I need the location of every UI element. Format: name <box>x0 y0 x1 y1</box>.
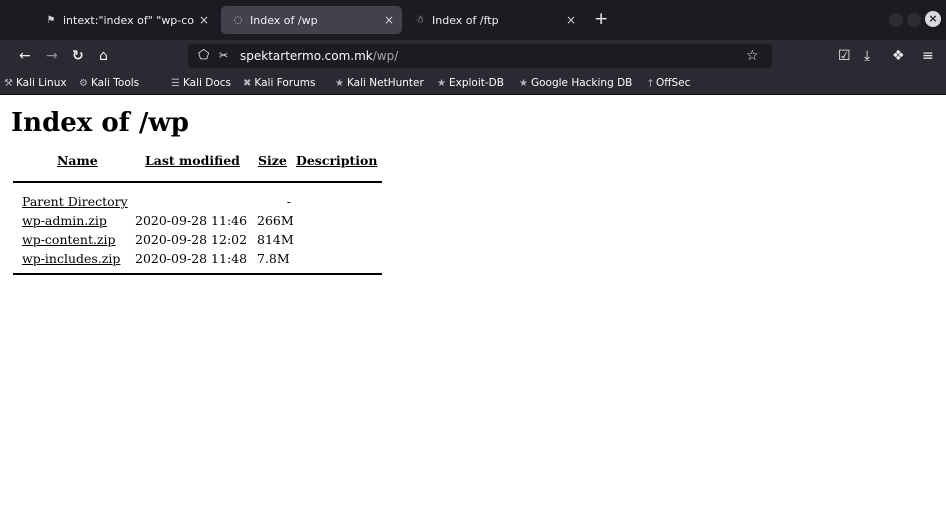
file-link[interactable]: wp-includes.zip <box>22 249 120 268</box>
header-divider <box>13 181 382 183</box>
tab-close-icon[interactable]: × <box>380 13 398 27</box>
bookmark-label: Kali Docs <box>182 77 232 89</box>
home-icon[interactable]: ⌂ <box>99 47 108 65</box>
page-content: Index of /wp Name Last modified Size Des… <box>0 95 946 510</box>
forward-icon[interactable]: → <box>46 47 58 65</box>
size-cell: 266M <box>257 213 294 228</box>
exploit-db-icon: ★ <box>437 78 446 89</box>
column-header-last-modified[interactable]: Last modified <box>145 153 240 169</box>
download-icon[interactable]: ⤓ <box>864 47 870 65</box>
url-text[interactable]: spektartermo.com.mk/wp/ <box>240 48 398 64</box>
column-header-size[interactable]: Size <box>258 153 287 169</box>
extensions-icon[interactable]: ❖ <box>892 47 905 65</box>
last-modified-cell: 2020-09-28 11:48 <box>135 251 248 266</box>
bookmark-label: Exploit-DB <box>448 77 504 89</box>
bookmark-label: Kali NetHunter <box>346 77 424 89</box>
lock-icon[interactable]: ✂ <box>219 47 228 65</box>
forums-icon: ✖ <box>243 78 252 89</box>
tab-close-icon[interactable]: × <box>562 13 580 27</box>
bookmark-google-hacking-db[interactable]: ★ Google Hacking DB <box>519 76 632 91</box>
bookmark-exploit-db[interactable]: ★ Exploit-DB <box>437 76 504 91</box>
new-tab-button[interactable]: + <box>594 9 608 29</box>
tab-google-search[interactable]: ⚑ intext:"index of" "wp-con × <box>34 6 217 34</box>
page-favicon-icon: ☃ <box>415 14 425 26</box>
column-header-name[interactable]: Name <box>57 153 98 169</box>
bookmark-label: Google Hacking DB <box>530 77 633 89</box>
bookmark-kali-forums[interactable]: ✖ Kali Forums <box>243 76 315 91</box>
bookmark-kali-tools[interactable]: ⚙ Kali Tools <box>79 76 139 91</box>
bookmark-kali-nethunter[interactable]: ★ Kali NetHunter <box>335 76 424 91</box>
table-row: Parent Directory - <box>13 192 383 211</box>
offsec-icon: † <box>648 78 653 89</box>
tab-index-ftp[interactable]: ☃ Index of /ftp × <box>403 6 584 34</box>
page-favicon-icon: ◌ <box>233 14 243 26</box>
bookmark-star-icon[interactable]: ☆ <box>746 47 759 65</box>
page-title: Index of /wp <box>11 108 189 138</box>
bookmarks-toolbar: ⚒ Kali Linux ⚙ Kali Tools ☰ Kali Docs ✖ Kali… <box>0 72 946 95</box>
last-modified-cell: 2020-09-28 12:02 <box>135 232 248 247</box>
table-row: wp-admin.zip 2020-09-28 11:46 266M <box>13 211 383 230</box>
url-host: spektartermo.com.mk <box>240 49 373 63</box>
footer-divider <box>13 273 382 275</box>
bookmark-label: Kali Tools <box>90 77 140 89</box>
ghdb-icon: ★ <box>519 78 528 89</box>
tab-index-wp[interactable]: ◌ Index of /wp × <box>221 6 402 34</box>
size-cell: - <box>286 194 291 209</box>
bookmark-kali-docs[interactable]: ☰ Kali Docs <box>171 76 231 91</box>
navigation-toolbar: ← → ↻ ⌂ ⬠ ✂ spektartermo.com.mk/wp/ ☆ ☑ … <box>0 40 946 72</box>
url-path: /wp/ <box>372 49 399 63</box>
bookmark-label: Kali Linux <box>15 77 67 89</box>
minimize-button[interactable] <box>889 13 903 27</box>
browser-chrome: ⚑ intext:"index of" "wp-con × ◌ Index of… <box>0 0 946 95</box>
tab-title: intext:"index of" "wp-con <box>63 13 195 27</box>
kali-dragon-icon: ⚒ <box>4 78 13 89</box>
window-close-button[interactable]: × <box>925 11 941 27</box>
address-bar[interactable]: ⬠ ✂ spektartermo.com.mk/wp/ ☆ <box>188 44 772 68</box>
parent-directory-link[interactable]: Parent Directory <box>22 192 128 211</box>
file-link[interactable]: wp-content.zip <box>22 230 116 249</box>
kali-favicon-icon: ⚑ <box>46 14 56 26</box>
size-cell: 814M <box>257 232 294 247</box>
tab-title: Index of /wp <box>250 13 318 27</box>
tools-icon: ⚙ <box>79 78 88 89</box>
tab-title: Index of /ftp <box>432 13 499 27</box>
file-link[interactable]: wp-admin.zip <box>22 211 107 230</box>
tracking-shield-icon[interactable]: ⬠ <box>198 47 209 65</box>
column-header-description[interactable]: Description <box>296 153 377 169</box>
last-modified-cell: 2020-09-28 11:46 <box>135 213 248 228</box>
bookmark-label: Kali Forums <box>254 77 316 89</box>
menu-icon[interactable]: ≡ <box>922 47 934 65</box>
maximize-button[interactable] <box>907 13 921 27</box>
nethunter-icon: ★ <box>335 78 344 89</box>
bookmark-offsec[interactable]: † OffSec <box>648 76 690 91</box>
docs-icon: ☰ <box>171 78 180 89</box>
table-row: wp-content.zip 2020-09-28 12:02 814M <box>13 230 383 249</box>
size-cell: 7.8M <box>257 251 290 266</box>
tab-bar: ⚑ intext:"index of" "wp-con × ◌ Index of… <box>0 0 946 40</box>
bookmark-label: OffSec <box>656 77 691 89</box>
tab-close-icon[interactable]: × <box>195 13 213 27</box>
pocket-icon[interactable]: ☑ <box>838 47 851 65</box>
table-row: wp-includes.zip 2020-09-28 11:48 7.8M <box>13 249 383 268</box>
reload-icon[interactable]: ↻ <box>72 47 84 65</box>
bookmark-kali-linux[interactable]: ⚒ Kali Linux <box>4 76 67 91</box>
back-icon[interactable]: ← <box>19 47 31 65</box>
